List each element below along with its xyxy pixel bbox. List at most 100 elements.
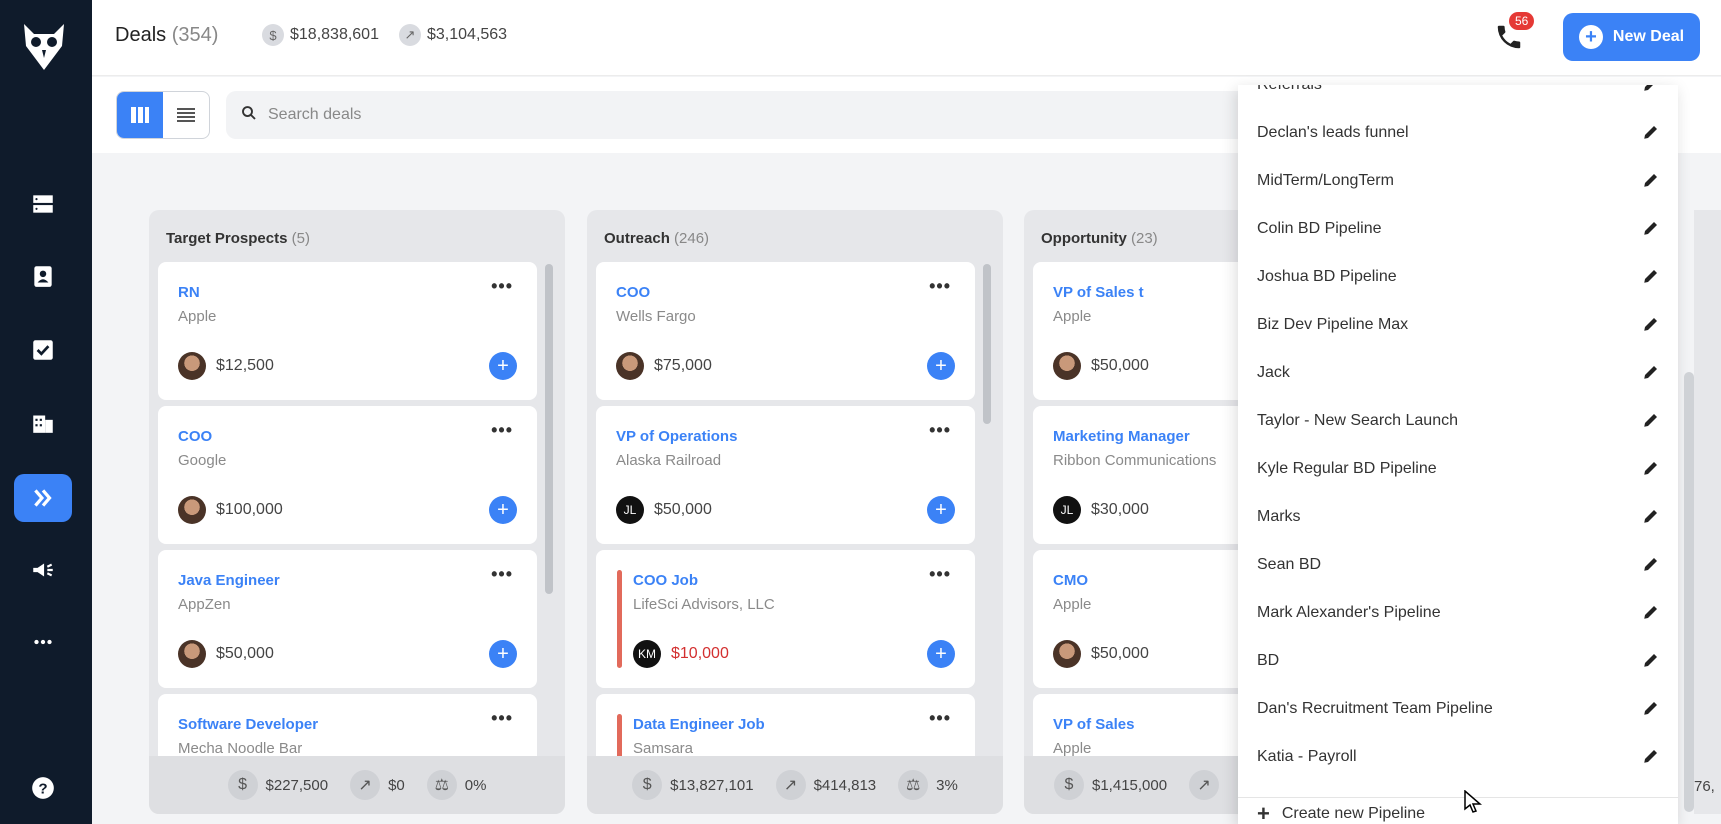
deal-role[interactable]: COO [178,428,212,445]
more-options-icon[interactable]: ••• [929,564,951,585]
edit-pencil-icon [1644,702,1657,715]
nav-campaigns-icon[interactable] [14,546,72,594]
deal-card[interactable]: COO Wells Fargo ••• $75,000 + [596,262,975,400]
deal-role[interactable]: Software Developer [178,716,318,733]
deal-amount: $50,000 [216,645,274,662]
deal-role[interactable]: VP of Sales [1053,716,1134,733]
add-icon[interactable]: + [927,496,955,524]
edit-pencil-icon [1644,222,1657,235]
add-icon[interactable]: + [489,352,517,380]
pipeline-option[interactable]: Dan's Recruitment Team Pipeline [1238,685,1678,733]
deal-company: Apple [1053,308,1092,325]
pipeline-option[interactable]: Sean BD [1238,541,1678,589]
deal-card[interactable]: RN Apple ••• $12,500 + [158,262,537,400]
deal-company: Mecha Noodle Bar [178,740,303,757]
pipeline-option[interactable]: Referrals [1238,85,1678,109]
add-icon[interactable]: + [489,496,517,524]
edit-pencil-icon [1644,510,1657,523]
more-options-icon[interactable]: ••• [491,276,513,297]
avatar [1053,640,1081,668]
avatar [178,640,206,668]
app-logo[interactable] [20,20,68,72]
dropdown-scrollbar[interactable] [1684,372,1694,812]
page-header: Deals (354) $ $18,838,601 ↗ $3,104,563 5… [92,0,1721,76]
deal-card[interactable]: COO Google ••• $100,000 + [158,406,537,544]
deal-amount: $50,000 [654,501,712,518]
next-column-edge [1694,210,1721,814]
new-deal-button[interactable]: + New Deal [1563,13,1700,61]
total-value-stat: $ $18,838,601 [262,24,379,46]
deal-role[interactable]: CMO [1053,572,1088,589]
deal-role[interactable]: COO Job [633,572,698,589]
pipeline-option[interactable]: MidTerm/LongTerm [1238,157,1678,205]
nav-tasks-icon[interactable] [14,326,72,374]
more-options-icon[interactable]: ••• [929,276,951,297]
more-options-icon[interactable]: ••• [491,420,513,441]
deal-company: Apple [1053,596,1092,613]
avatar [178,496,206,524]
pipeline-option[interactable]: Katia - Payroll [1238,733,1678,781]
deal-role[interactable]: Java Engineer [178,572,280,589]
deal-role[interactable]: RN [178,284,200,301]
add-icon[interactable]: + [927,352,955,380]
add-icon[interactable]: + [489,640,517,668]
edit-pencil-icon [1644,654,1657,667]
nav-deals-icon[interactable] [14,474,72,522]
deal-card[interactable]: COO Job LifeSci Advisors, LLC ••• KM $10… [596,550,975,688]
deal-company: AppZen [178,596,231,613]
deal-company: LifeSci Advisors, LLC [633,596,775,613]
more-options-icon[interactable]: ••• [491,708,513,729]
help-icon[interactable]: ? [14,764,72,812]
trend-up-icon: ↗ [1189,770,1220,800]
pipeline-option[interactable]: Biz Dev Pipeline Max [1238,301,1678,349]
mouse-cursor-icon [1464,790,1482,813]
deal-role[interactable]: COO [616,284,650,301]
board-view-icon[interactable] [117,92,163,138]
pipeline-option[interactable]: Jack [1238,349,1678,397]
weighted-value-stat: ↗ $3,104,563 [399,24,507,46]
nav-more-icon[interactable] [14,618,72,666]
pipeline-option[interactable]: Marks [1238,493,1678,541]
column-header: Target Prospects (5) [166,230,310,247]
more-options-icon[interactable]: ••• [929,420,951,441]
pipeline-option[interactable]: Colin BD Pipeline [1238,205,1678,253]
plus-icon: + [1578,25,1603,49]
pipeline-option[interactable]: BD [1238,637,1678,685]
add-icon[interactable]: + [927,640,955,668]
search-icon [240,104,258,127]
deal-role[interactable]: VP of Sales t [1053,284,1144,301]
nav-dashboard-icon[interactable] [14,180,72,228]
nav-contacts-icon[interactable] [14,252,72,300]
more-options-icon[interactable]: ••• [491,564,513,585]
column-scrollbar[interactable] [983,264,991,424]
pipeline-option[interactable]: Kyle Regular BD Pipeline [1238,445,1678,493]
deal-amount: $10,000 [671,645,729,662]
list-view-icon[interactable] [163,92,209,138]
pipeline-option[interactable]: Taylor - New Search Launch [1238,397,1678,445]
more-options-icon[interactable]: ••• [929,708,951,729]
deal-company: Apple [1053,740,1092,757]
deal-amount: $50,000 [1091,645,1149,662]
deal-card[interactable]: VP of Operations Alaska Railroad ••• JL … [596,406,975,544]
pipeline-option[interactable]: Declan's leads funnel [1238,109,1678,157]
dollar-icon: $ [227,770,258,800]
avatar [178,352,206,380]
nav-companies-icon[interactable] [14,398,72,446]
deal-card[interactable]: Java Engineer AppZen ••• $50,000 + [158,550,537,688]
edit-pencil-icon [1644,462,1657,475]
scale-icon: ⚖ [898,770,929,800]
search-input[interactable] [268,106,868,124]
deal-company: Samsara [633,740,694,757]
column-scrollbar[interactable] [545,264,553,594]
pipeline-option[interactable]: Mark Alexander's Pipeline [1238,589,1678,637]
deal-role[interactable]: Data Engineer Job [633,716,765,733]
deal-role[interactable]: Marketing Manager [1053,428,1190,445]
deal-amount: $100,000 [216,501,283,518]
pipeline-option[interactable]: Joshua BD Pipeline [1238,253,1678,301]
deal-amount: $12,500 [216,357,274,374]
sidebar: ? [0,0,92,824]
deal-role[interactable]: VP of Operations [616,428,737,445]
create-pipeline-button[interactable]: + Create new Pipeline [1257,801,1425,824]
page-title: Deals (354) [115,24,219,46]
column-header: Opportunity (23) [1041,230,1158,247]
